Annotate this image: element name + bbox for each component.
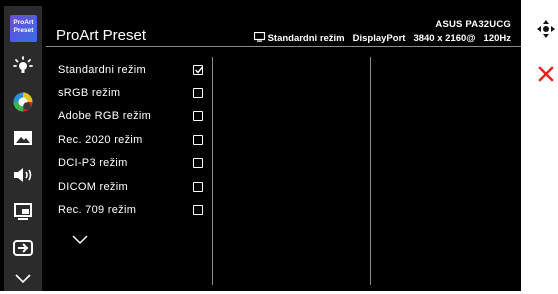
column-divider — [212, 57, 213, 285]
pip-icon[interactable] — [4, 196, 42, 228]
option-rec2020[interactable]: Rec. 2020 režim — [58, 131, 208, 149]
logo-line2: Preset — [13, 27, 34, 34]
menu-sidebar: ProArt Preset — [4, 6, 42, 291]
option-label: Rec. 709 režim — [58, 204, 137, 216]
logo-line1: ProArt — [13, 19, 34, 26]
status-bar: Standardni režim DisplayPort 3840 x 2160… — [253, 31, 511, 45]
checkbox[interactable] — [193, 182, 203, 192]
option-adobe-rgb[interactable]: Adobe RGB režim — [58, 107, 208, 125]
option-standard[interactable]: Standardni režim — [58, 61, 208, 79]
input-select-icon[interactable] — [4, 232, 42, 264]
color-icon[interactable] — [4, 86, 42, 118]
checkbox[interactable] — [193, 88, 203, 98]
option-label: Adobe RGB režim — [58, 110, 152, 122]
close-icon — [538, 66, 554, 82]
status-mode: Standardni režim — [267, 33, 345, 44]
checkbox-checked[interactable] — [193, 65, 204, 75]
image-icon[interactable] — [4, 122, 42, 154]
option-label: sRGB režim — [58, 87, 121, 99]
proart-preset-icon[interactable]: ProArt Preset — [10, 15, 37, 42]
page-title: ProArt Preset — [56, 27, 147, 44]
status-input: DisplayPort — [352, 33, 406, 44]
joystick-icon — [536, 19, 556, 39]
scroll-more-icon[interactable] — [71, 232, 89, 250]
osd-menu: ProArt Preset ProArt Preset ASUS PA32UCG… — [0, 0, 521, 291]
header-divider — [46, 46, 521, 47]
status-refresh: 120Hz — [483, 33, 511, 44]
option-label: DCI-P3 režim — [58, 157, 128, 169]
chevron-down-icon[interactable] — [4, 262, 42, 294]
option-label: Standardni režim — [58, 64, 146, 76]
checkbox[interactable] — [193, 205, 203, 215]
checkbox[interactable] — [193, 111, 203, 121]
option-label: Rec. 2020 režim — [58, 134, 143, 146]
sound-icon[interactable] — [4, 159, 42, 191]
option-dicom[interactable]: DICOM režim — [58, 178, 208, 196]
option-label: DICOM režim — [58, 181, 128, 193]
option-rec709[interactable]: Rec. 709 režim — [58, 201, 208, 219]
checkbox[interactable] — [193, 158, 203, 168]
status-resolution: 3840 x 2160@ — [413, 33, 476, 44]
monitor-model: ASUS PA32UCG — [435, 19, 511, 30]
column-divider — [370, 57, 371, 285]
option-dci-p3[interactable]: DCI-P3 režim — [58, 154, 208, 172]
option-srgb[interactable]: sRGB režim — [58, 84, 208, 102]
checkbox[interactable] — [193, 135, 203, 145]
brightness-icon[interactable] — [4, 49, 42, 81]
monitor-icon — [253, 31, 265, 45]
